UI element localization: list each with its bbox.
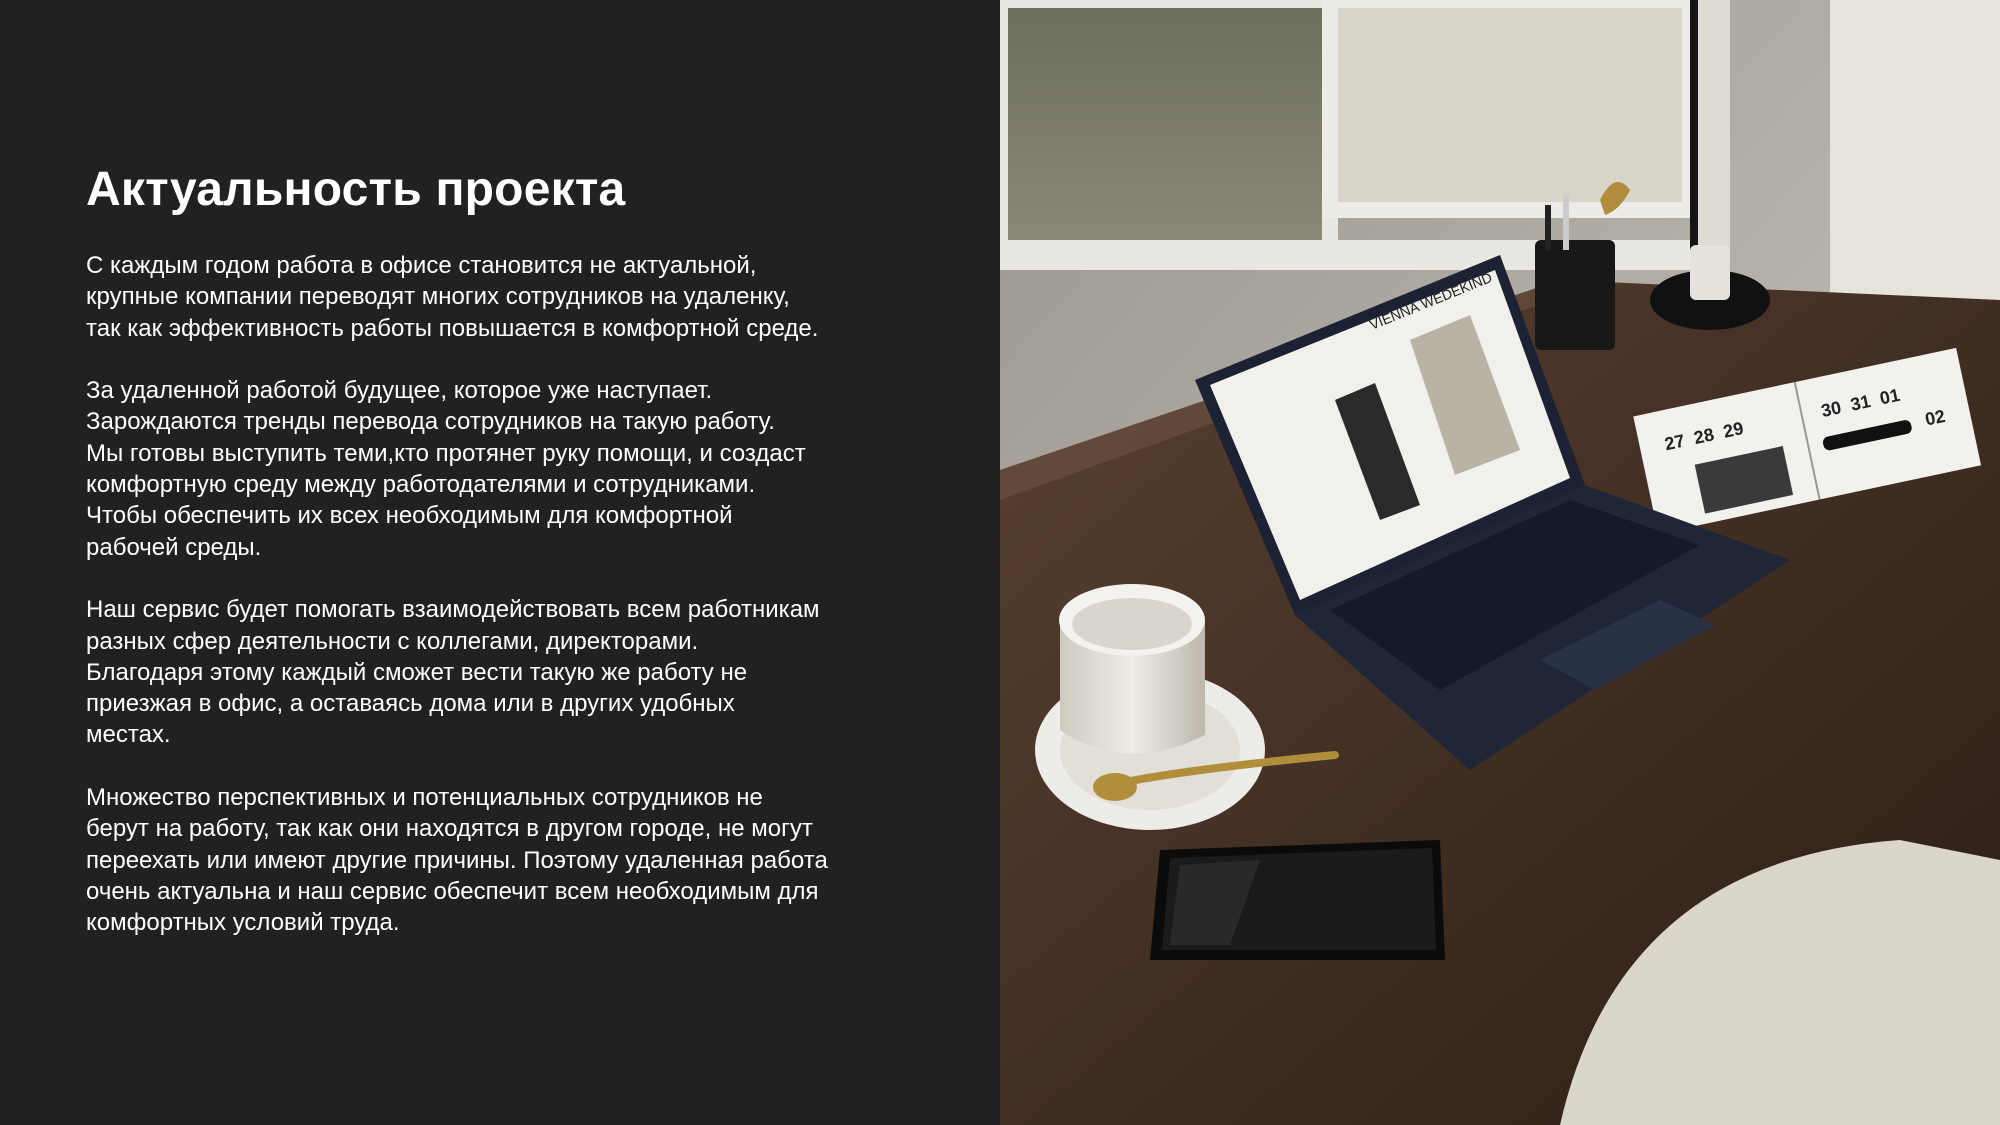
calendar-date-30: 30 xyxy=(1819,397,1843,421)
calendar-date-01: 01 xyxy=(1878,385,1902,409)
workspace-photo: 27 28 29 30 31 01 02 VIENNA WEDEKIND xyxy=(1000,0,2000,1125)
paragraph-2: За удаленной работой будущее, которое уж… xyxy=(86,377,806,561)
slide-title: Актуальность проекта xyxy=(86,163,626,216)
paragraph-4: Множество перспективных и потенциальных … xyxy=(86,784,828,937)
calendar-date-02: 02 xyxy=(1923,406,1947,430)
smartphone xyxy=(1150,840,1445,960)
candle xyxy=(1690,245,1730,300)
slide-body: С каждым годом работа в офисе становится… xyxy=(86,250,906,970)
slide: Актуальность проекта С каждым годом рабо… xyxy=(0,0,2000,1125)
paragraph-1: С каждым годом работа в офисе становится… xyxy=(86,252,819,342)
paragraph-3: Наш сервис будет помогать взаимодействов… xyxy=(86,596,820,749)
calendar-date-27: 27 xyxy=(1663,431,1687,455)
calendar-date-28: 28 xyxy=(1692,424,1716,448)
calendar-date-31: 31 xyxy=(1849,391,1873,415)
text-panel: Актуальность проекта С каждым годом рабо… xyxy=(0,0,1000,1125)
calendar-date-29: 29 xyxy=(1721,418,1745,442)
